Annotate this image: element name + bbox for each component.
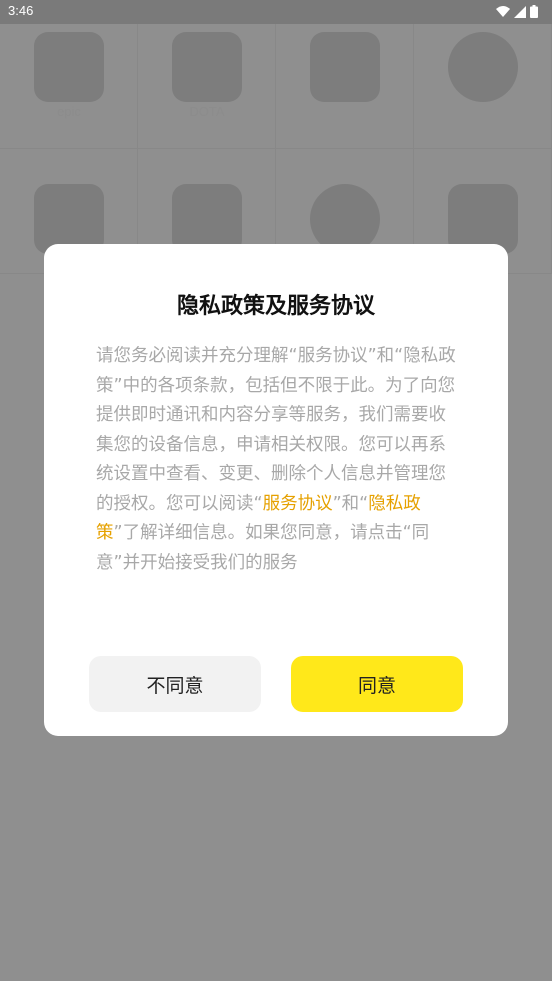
dialog-body: 请您务必阅读并充分理解“服务协议”和“隐私政策”中的各项条款，包括但不限于此。为…: [96, 342, 460, 578]
app-tile[interactable]: DOTA: [138, 24, 276, 149]
app-tile[interactable]: [414, 24, 552, 149]
agree-button[interactable]: 同意: [291, 656, 463, 712]
signal-icon: [514, 5, 526, 18]
app-label: epic: [57, 104, 81, 119]
game-character-icon: [310, 32, 380, 102]
wifi-icon: [496, 5, 510, 17]
service-agreement-link[interactable]: 服务协议: [263, 494, 333, 514]
body-text: ”了解详细信息。如果您同意，请点击“同意”并开始接受我们的服务: [96, 523, 430, 573]
app-tile[interactable]: [276, 24, 414, 149]
status-time: 3:46: [8, 3, 34, 18]
epic-games-icon: [34, 32, 104, 102]
app-tile[interactable]: epic: [0, 24, 138, 149]
status-bar: 3:46: [0, 0, 552, 24]
circle-app-icon: [448, 32, 518, 102]
body-text: ”和“: [332, 493, 369, 514]
app-label: DOTA: [189, 104, 225, 119]
dota-icon: [172, 32, 242, 102]
status-icons: [496, 5, 538, 18]
privacy-dialog: 隐私政策及服务协议 请您务必阅读并充分理解“服务协议”和“隐私政策”中的各项条款…: [44, 244, 508, 736]
battery-icon: [530, 5, 538, 18]
disagree-button[interactable]: 不同意: [89, 656, 261, 712]
dialog-title: 隐私政策及服务协议: [176, 294, 375, 319]
body-text: 请您务必阅读并充分理解“服务协议”和“隐私政策”中的各项条款，包括但不限于此。为…: [96, 346, 456, 514]
